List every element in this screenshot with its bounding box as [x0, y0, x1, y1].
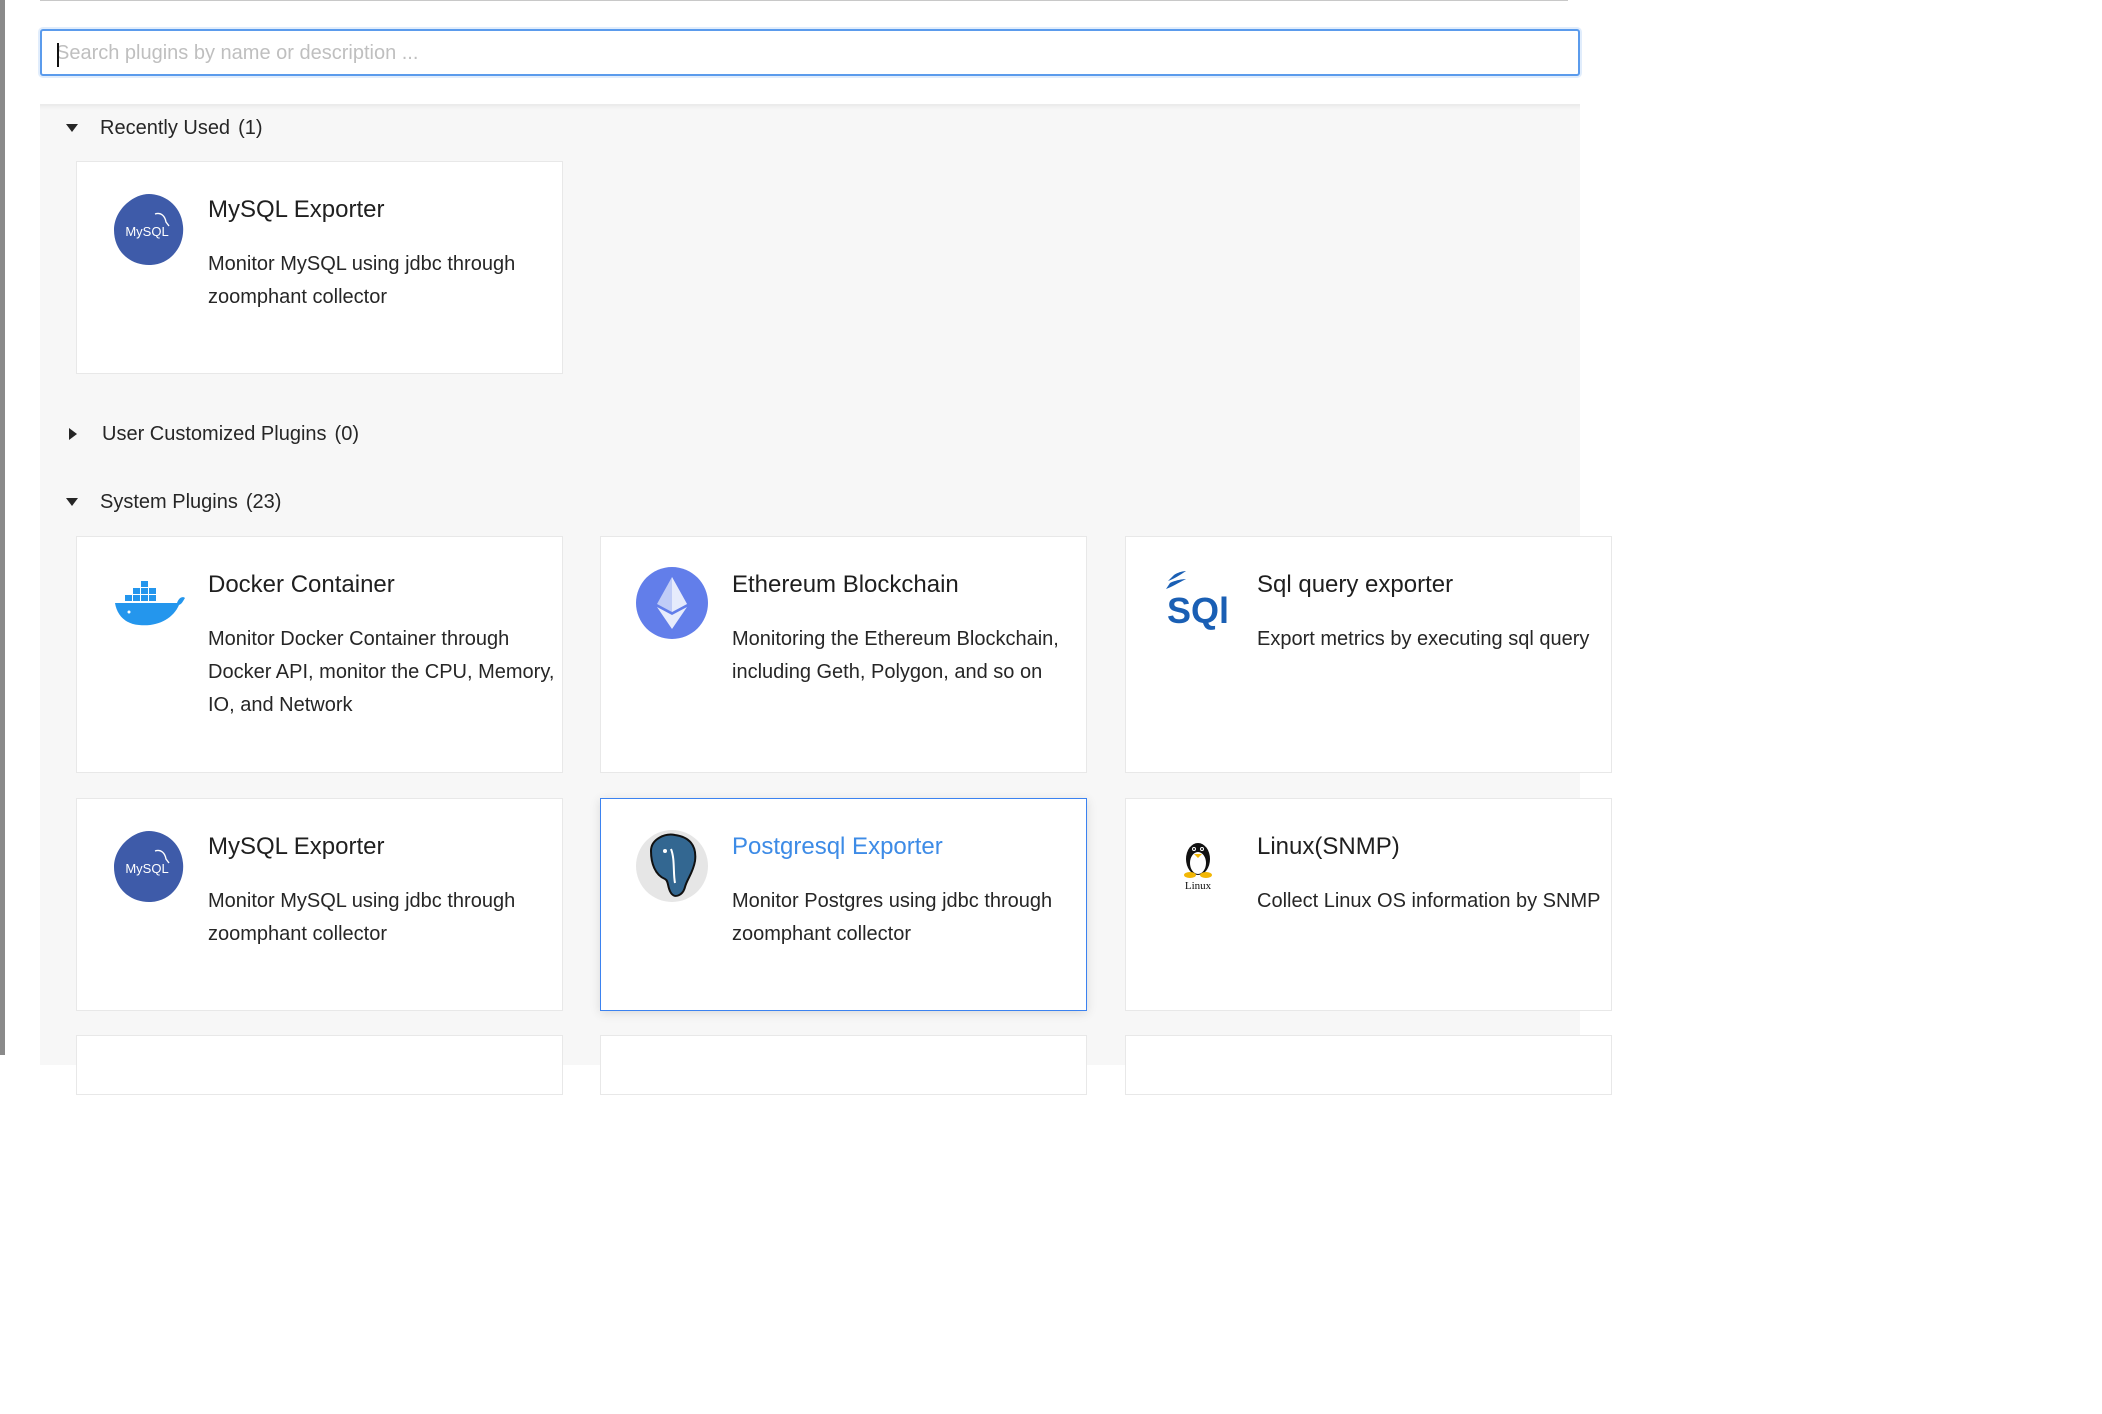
plugin-card-mysql-recent[interactable]: MySQL MySQL Exporter Monitor MySQL using…	[76, 161, 563, 374]
caret-down-icon	[66, 124, 78, 132]
plugin-description: Monitor Postgres using jdbc through zoom…	[732, 890, 1053, 945]
search-input[interactable]	[56, 37, 1536, 69]
plugin-description: Monitor MySQL using jdbc through zoompha…	[208, 253, 516, 308]
plugin-title: Sql query exporter	[1257, 571, 1454, 598]
window-top-border	[0, 0, 1568, 1]
plugin-card-partial[interactable]	[600, 1035, 1087, 1095]
plugin-description: Monitoring the Ethereum Blockchain, incl…	[732, 628, 1059, 683]
plugin-card-mysql[interactable]: MySQL MySQL Exporter Monitor MySQL using…	[76, 798, 563, 1011]
section-count: (0)	[334, 422, 359, 445]
caret-down-icon	[66, 498, 78, 506]
ethereum-icon	[635, 567, 711, 643]
plugin-description: Monitor MySQL using jdbc through zoompha…	[208, 890, 516, 945]
plugin-list-panel: Recently Used (1) MySQL MySQL Exporter M…	[40, 104, 1612, 1095]
docker-icon	[111, 567, 187, 643]
plugin-title: Postgresql Exporter	[732, 833, 943, 860]
sql-icon: SQl	[1160, 567, 1236, 643]
svg-text:SQl: SQl	[1167, 590, 1229, 631]
plugin-title: Ethereum Blockchain	[732, 571, 959, 598]
mysql-icon: MySQL	[111, 192, 187, 268]
plugin-card-partial[interactable]	[76, 1035, 563, 1095]
linux-logo-text: Linux	[1185, 880, 1212, 892]
section-count: (1)	[238, 116, 263, 139]
section-title: User Customized Plugins	[102, 422, 327, 445]
plugin-card-partial[interactable]	[1125, 1035, 1612, 1095]
mysql-logo-text: MySQL	[125, 224, 168, 239]
section-system-plugins[interactable]: System Plugins (23)	[66, 487, 281, 517]
plugin-card-docker[interactable]: Docker Container Monitor Docker Containe…	[76, 536, 563, 773]
postgresql-icon	[635, 829, 711, 905]
plugin-title: Linux(SNMP)	[1257, 833, 1400, 860]
plugin-card-linux-snmp[interactable]: Linux Linux(SNMP) Collect Linux OS infor…	[1125, 798, 1612, 1011]
plugin-title: MySQL Exporter	[208, 196, 385, 223]
plugin-description: Monitor Docker Container through Docker …	[208, 628, 555, 716]
search-box[interactable]	[40, 29, 1580, 76]
mysql-logo-text: MySQL	[125, 861, 168, 876]
caret-right-icon	[69, 428, 77, 440]
linux-icon: Linux	[1160, 829, 1236, 905]
plugin-description: Collect Linux OS information by SNMP	[1257, 890, 1601, 912]
plugin-title: Docker Container	[208, 571, 395, 598]
plugin-card-ethereum[interactable]: Ethereum Blockchain Monitoring the Ether…	[600, 536, 1087, 773]
text-caret	[57, 43, 59, 67]
section-user-customized[interactable]: User Customized Plugins (0)	[66, 419, 359, 449]
left-gutter	[5, 0, 40, 1055]
mysql-icon: MySQL	[111, 829, 187, 905]
plugin-card-postgresql[interactable]: Postgresql Exporter Monitor Postgres usi…	[600, 798, 1087, 1011]
plugin-description: Export metrics by executing sql query	[1257, 628, 1590, 650]
section-title: Recently Used	[100, 116, 231, 139]
section-recently-used[interactable]: Recently Used (1)	[66, 113, 263, 143]
plugin-title: MySQL Exporter	[208, 833, 385, 860]
section-count: (23)	[245, 490, 282, 513]
section-title: System Plugins	[100, 490, 238, 513]
plugin-card-sql-query[interactable]: SQl Sql query exporter Export metrics by…	[1125, 536, 1612, 773]
